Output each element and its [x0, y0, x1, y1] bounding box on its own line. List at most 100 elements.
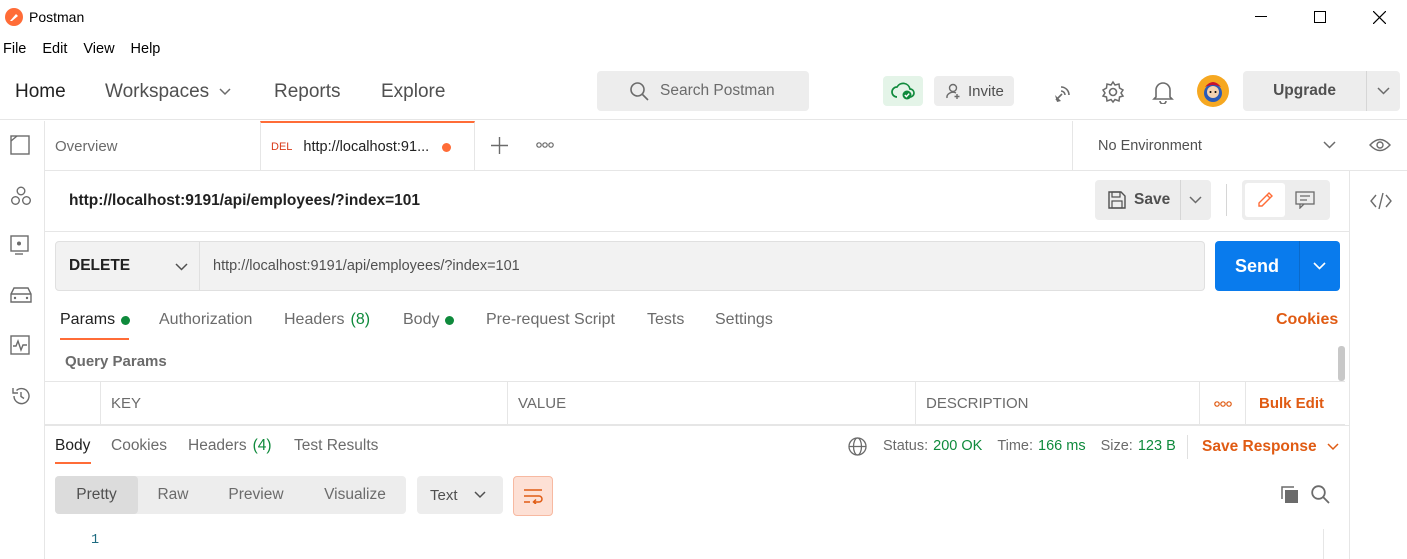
monitors-icon[interactable] [10, 335, 32, 357]
mock-servers-icon[interactable] [10, 285, 32, 307]
tab-pre-request-script[interactable]: Pre-request Script [486, 311, 615, 329]
params-table: KEY VALUE DESCRIPTION Bulk Edit [45, 381, 1345, 425]
environments-icon[interactable] [10, 235, 32, 257]
response-meta: Status: 200 OK Time: 166 ms Size: 123 B [883, 438, 1176, 454]
tab-authorization[interactable]: Authorization [159, 311, 252, 329]
menu-file[interactable]: File [3, 41, 26, 57]
nav-home[interactable]: Home [15, 81, 66, 103]
app-title: Postman [29, 9, 85, 25]
method-badge: DEL [271, 141, 293, 153]
menu-view[interactable]: View [83, 41, 114, 57]
menu-bar: File Edit View Help [0, 38, 173, 60]
chevron-down-icon[interactable] [1377, 87, 1390, 95]
unsaved-dot [442, 142, 452, 152]
search-icon [630, 81, 649, 101]
sync-status-button[interactable] [883, 76, 923, 106]
view-pretty[interactable]: Pretty [55, 476, 138, 514]
add-user-icon [945, 83, 961, 99]
avatar[interactable] [1197, 75, 1229, 107]
chevron-down-icon[interactable] [1189, 196, 1202, 204]
nav-workspaces-label: Workspaces [105, 81, 210, 102]
url-input[interactable] [200, 241, 1205, 291]
tab-overview-label: Overview [55, 137, 118, 155]
environment-bar: No Environment [1072, 121, 1407, 171]
bulk-edit-button[interactable]: Bulk Edit [1245, 382, 1338, 425]
left-sidebar [0, 121, 45, 559]
save-response-button[interactable]: Save Response [1202, 438, 1339, 456]
view-visualize[interactable]: Visualize [304, 476, 406, 514]
minimize-button[interactable] [1232, 0, 1290, 34]
chevron-down-icon[interactable] [1313, 262, 1326, 270]
scrollbar-thumb[interactable] [1338, 346, 1345, 381]
new-tab-plus-icon[interactable] [491, 137, 508, 154]
response-tab-body[interactable]: Body [55, 437, 90, 455]
format-select[interactable]: Text [417, 476, 503, 514]
more-tabs-ellipsis-icon[interactable] [536, 142, 554, 148]
view-mode-toggle [1242, 180, 1330, 220]
copy-icon[interactable] [1280, 485, 1299, 504]
menu-edit[interactable]: Edit [42, 41, 67, 57]
settings-gear-icon[interactable] [1101, 80, 1125, 104]
nav-workspaces[interactable]: Workspaces [105, 81, 231, 103]
maximize-button[interactable] [1291, 0, 1349, 34]
cookies-link[interactable]: Cookies [1276, 311, 1338, 329]
environment-select[interactable]: No Environment [1073, 121, 1346, 170]
environment-quick-look-eye-icon[interactable] [1369, 137, 1391, 153]
response-divider[interactable] [45, 425, 1349, 426]
notification-bell-icon[interactable] [1152, 80, 1174, 104]
column-header-value: VALUE [507, 382, 915, 425]
status-label: Status: [883, 438, 929, 454]
upgrade-label: Upgrade [1273, 82, 1336, 99]
view-preview[interactable]: Preview [208, 476, 304, 514]
environment-label: No Environment [1098, 137, 1202, 154]
upgrade-divider [1366, 71, 1367, 111]
tab-tests[interactable]: Tests [647, 311, 684, 329]
tab-settings[interactable]: Settings [715, 311, 773, 329]
tab-headers[interactable]: Headers (8) [284, 311, 370, 329]
status-value[interactable]: 200 OK [933, 438, 982, 454]
tab-overview[interactable]: Overview [45, 121, 260, 171]
code-snippet-icon[interactable] [1370, 192, 1392, 210]
history-icon[interactable] [10, 385, 32, 407]
edit-pencil-button[interactable] [1245, 183, 1285, 217]
apis-icon[interactable] [10, 185, 32, 207]
tab-title: http://localhost:91... [303, 139, 430, 155]
response-tab-headers[interactable]: Headers (4) [188, 437, 272, 455]
response-scroll-track[interactable] [1323, 529, 1341, 559]
wrap-lines-button[interactable] [513, 476, 553, 516]
comments-icon[interactable] [1295, 191, 1315, 209]
table-options-button[interactable] [1199, 382, 1245, 425]
request-tab-bar: Overview DEL http://localhost:91... [45, 121, 1073, 171]
time-value[interactable]: 166 ms [1038, 438, 1086, 454]
upgrade-button[interactable]: Upgrade [1243, 71, 1400, 111]
send-button[interactable]: Send [1215, 241, 1340, 291]
wrap-lines-icon [523, 488, 543, 504]
response-tab-cookies[interactable]: Cookies [111, 437, 167, 455]
save-disk-icon [1108, 191, 1126, 209]
satellite-icon[interactable] [1052, 82, 1074, 104]
time-label: Time: [997, 438, 1034, 454]
format-value: Text [430, 486, 458, 504]
nav-reports[interactable]: Reports [274, 81, 341, 103]
search-input[interactable]: Search Postman [597, 71, 809, 111]
invite-label: Invite [968, 82, 1004, 100]
invite-button[interactable]: Invite [934, 76, 1014, 106]
search-icon[interactable] [1311, 485, 1330, 504]
tab-active-request[interactable]: DEL http://localhost:91... [260, 121, 475, 171]
method-select[interactable]: DELETE [55, 241, 200, 291]
tab-params[interactable]: Params [60, 311, 131, 329]
menu-help[interactable]: Help [131, 41, 161, 57]
request-name[interactable]: http://localhost:9191/api/employees/?ind… [69, 192, 420, 210]
save-button[interactable]: Save [1095, 180, 1211, 220]
view-raw[interactable]: Raw [138, 476, 208, 514]
nav-explore[interactable]: Explore [381, 81, 445, 103]
collections-icon[interactable] [10, 135, 32, 157]
active-tab-underline [55, 462, 91, 464]
cloud-check-icon [891, 82, 915, 100]
close-window-button[interactable] [1350, 0, 1407, 34]
tab-body[interactable]: Body [403, 311, 455, 329]
request-divider [45, 231, 1349, 232]
response-tab-test-results[interactable]: Test Results [294, 437, 378, 455]
size-value[interactable]: 123 B [1138, 438, 1176, 454]
globe-icon[interactable] [848, 437, 867, 456]
